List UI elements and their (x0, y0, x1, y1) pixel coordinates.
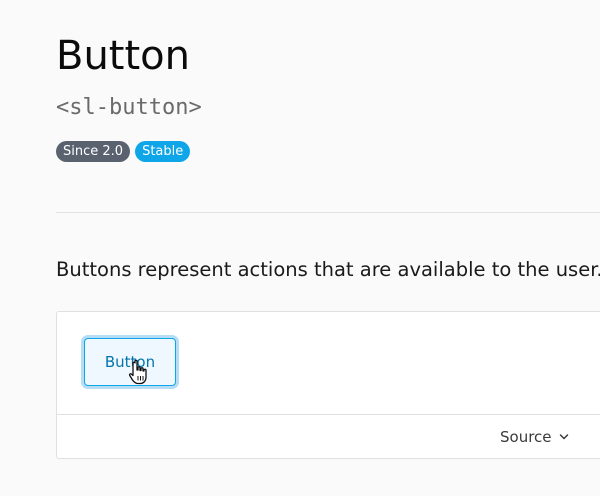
source-toggle-label: Source (500, 428, 552, 446)
page-title: Button (56, 33, 190, 79)
stability-badge: Stable (135, 141, 191, 162)
chevron-down-icon (559, 434, 568, 440)
since-version-badge: Since 2.0 (56, 141, 131, 162)
badge-group: Since 2.0 Stable (56, 141, 191, 162)
source-toggle-button[interactable]: Source (500, 428, 569, 446)
docs-page: Button <sl-button> Since 2.0 Stable Butt… (0, 0, 600, 496)
demo-button[interactable]: Button (84, 338, 176, 386)
example-preview: Button (57, 312, 600, 414)
component-tag-name: <sl-button> (56, 95, 202, 120)
component-description: Buttons represent actions that are avail… (56, 258, 600, 281)
section-divider (56, 212, 600, 213)
code-example: Button Source (56, 311, 600, 459)
source-toolbar: Source (57, 414, 600, 460)
